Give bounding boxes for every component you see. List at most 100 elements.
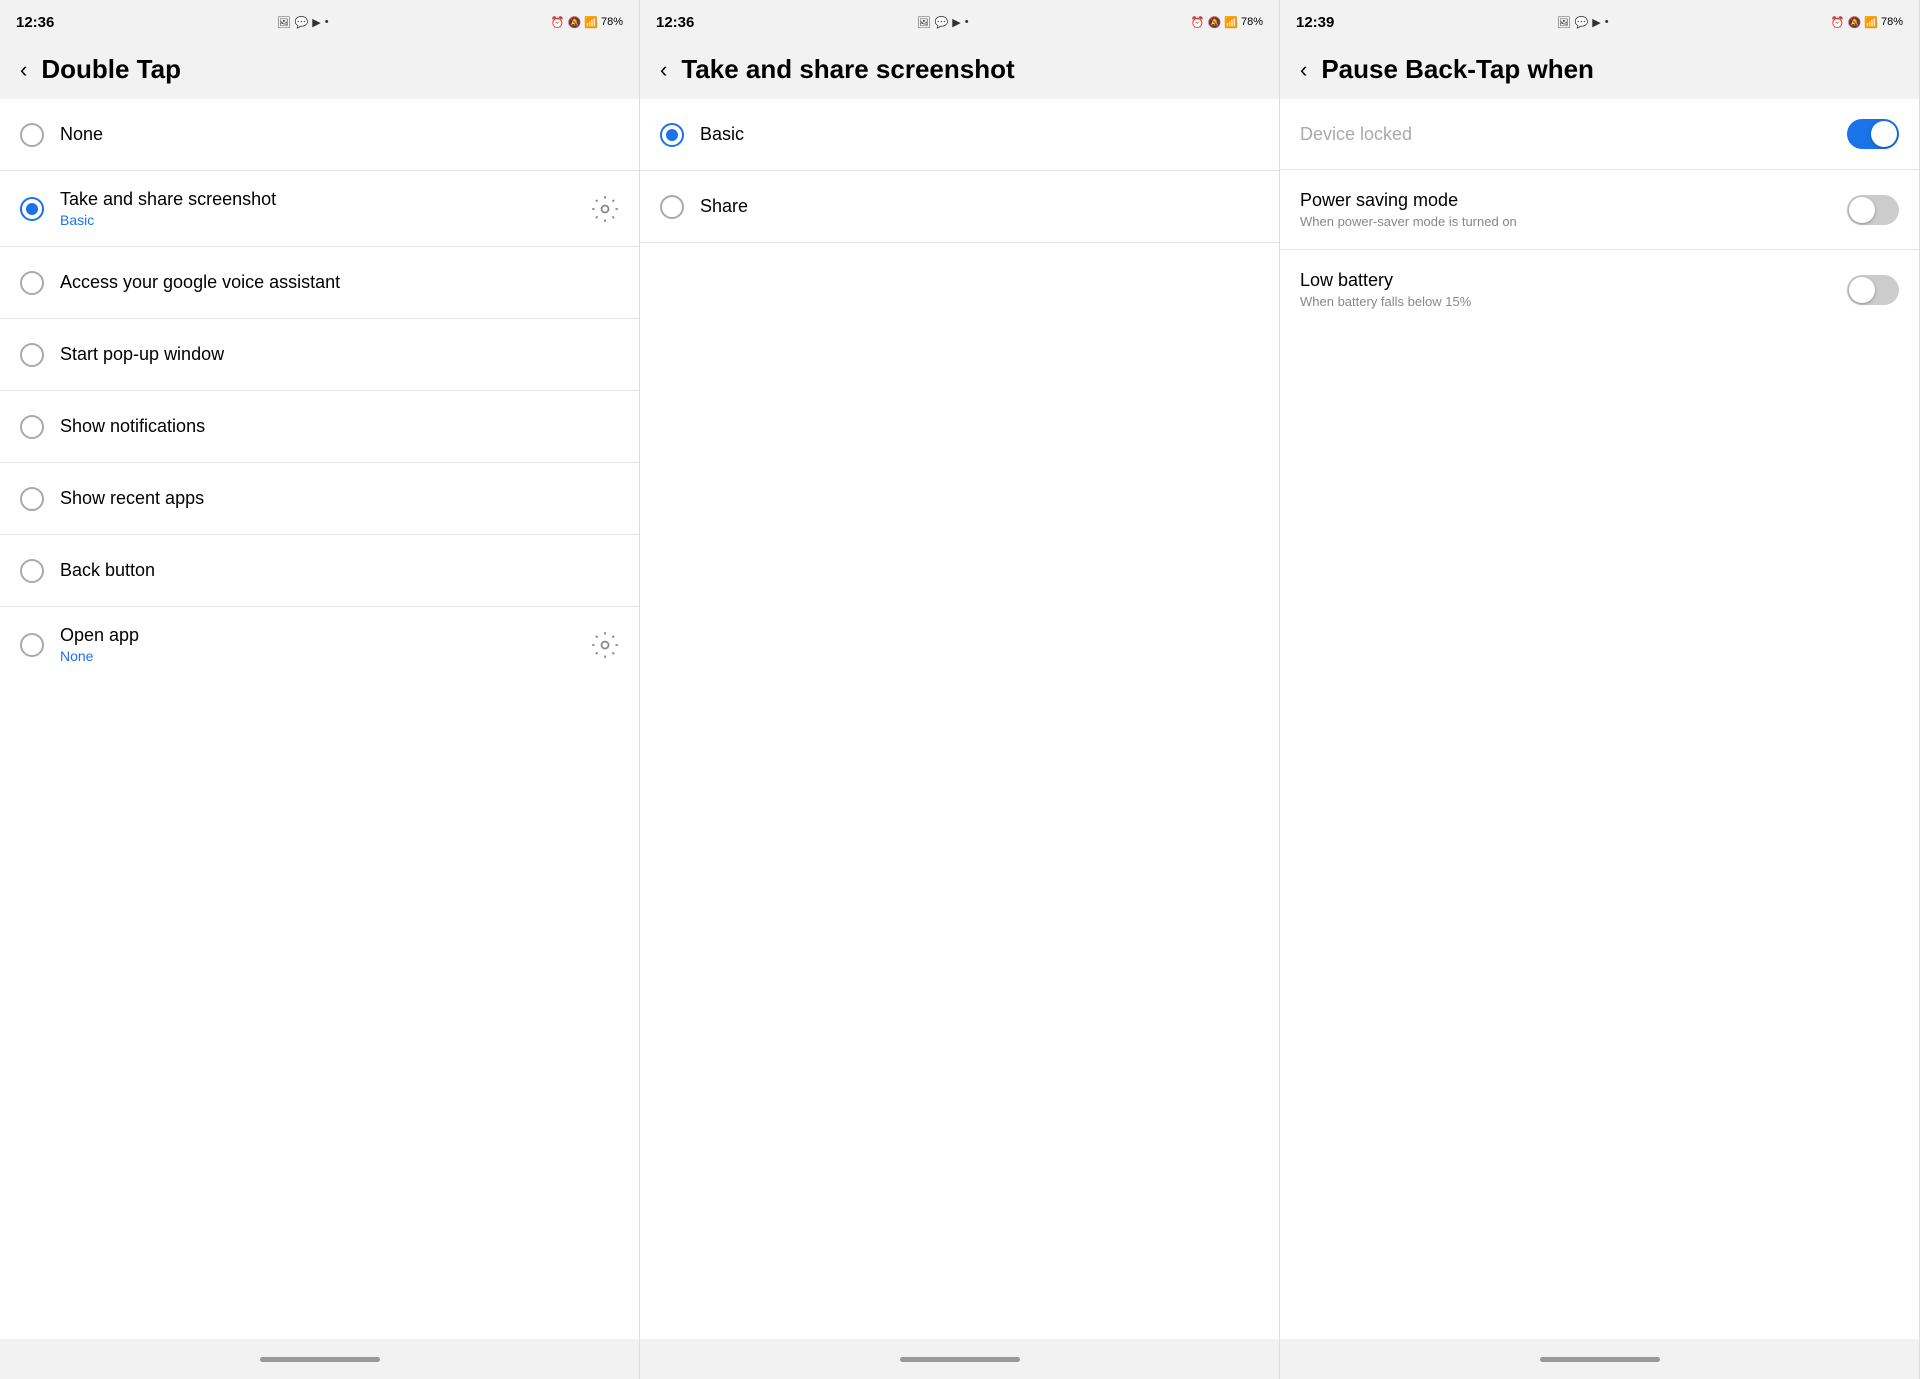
list-item-popup[interactable]: Start pop-up window (0, 319, 639, 391)
radio-popup[interactable] (20, 343, 44, 367)
item-label-screenshot: Take and share screenshot (60, 189, 581, 210)
item-text-openapp: Open app None (60, 625, 581, 664)
radio-basic[interactable] (660, 123, 684, 147)
battery-text-2: 78% (1241, 16, 1263, 28)
gallery-icon-3: 🖼 (1557, 16, 1571, 29)
item-label-popup: Start pop-up window (60, 344, 619, 365)
toggle-low-battery[interactable] (1847, 275, 1899, 305)
item-text-popup: Start pop-up window (60, 344, 619, 365)
content-area-2: Basic Share (640, 99, 1279, 1339)
mute-icon-2: 🔕 (1208, 16, 1222, 29)
wifi-icon-2: 📶 (1224, 16, 1238, 29)
message-icon-3: 💬 (1575, 16, 1589, 29)
item-sublabel-screenshot: Basic (60, 212, 581, 228)
bottom-indicator-2 (640, 1339, 1279, 1379)
radio-back[interactable] (20, 559, 44, 583)
page-title-1: Double Tap (41, 54, 181, 85)
status-right-2: ⏰ 🔕 📶 78% (1191, 16, 1263, 29)
panel1: 12:36 🖼 💬 ▶ • ⏰ 🔕 📶 78% ‹ Double Tap Non… (0, 0, 640, 1379)
gallery-icon-2: 🖼 (917, 16, 931, 29)
battery-text-3: 78% (1881, 16, 1903, 28)
top-bar-1: ‹ Double Tap (0, 40, 639, 99)
back-button-1[interactable]: ‹ (20, 57, 27, 83)
radio-screenshot[interactable] (20, 197, 44, 221)
status-bar-2: 12:36 🖼 💬 ▶ • ⏰ 🔕 📶 78% (640, 0, 1279, 40)
page-title-3: Pause Back-Tap when (1321, 54, 1594, 85)
home-indicator-2 (900, 1357, 1020, 1362)
setting-label-device-locked: Device locked (1300, 124, 1847, 145)
gear-icon-openapp[interactable] (591, 631, 619, 659)
setting-row-power-saving[interactable]: Power saving mode When power-saver mode … (1280, 170, 1919, 250)
status-right-3: ⏰ 🔕 📶 78% (1831, 16, 1903, 29)
item-label-basic: Basic (700, 124, 1259, 145)
toggle-knob-device-locked (1871, 121, 1897, 147)
item-text-basic: Basic (700, 124, 1259, 145)
setting-row-device-locked[interactable]: Device locked (1280, 99, 1919, 170)
battery-text-1: 78% (601, 16, 623, 28)
time-2: 12:36 (656, 14, 694, 31)
item-sublabel-openapp: None (60, 648, 581, 664)
dot-icon: • (325, 16, 329, 28)
alarm-icon-2: ⏰ (1191, 16, 1205, 29)
list-item-screenshot[interactable]: Take and share screenshot Basic (0, 171, 639, 247)
status-bar-3: 12:39 🖼 💬 ▶ • ⏰ 🔕 📶 78% (1280, 0, 1919, 40)
toggle-device-locked[interactable] (1847, 119, 1899, 149)
item-label-notifications: Show notifications (60, 416, 619, 437)
panel3: 12:39 🖼 💬 ▶ • ⏰ 🔕 📶 78% ‹ Pause Back-Tap… (1280, 0, 1920, 1379)
radio-none[interactable] (20, 123, 44, 147)
radio-share[interactable] (660, 195, 684, 219)
bottom-indicator-1 (0, 1339, 639, 1379)
list-item-openapp[interactable]: Open app None (0, 607, 639, 682)
list-item-none[interactable]: None (0, 99, 639, 171)
time-1: 12:36 (16, 14, 54, 31)
list-item-notifications[interactable]: Show notifications (0, 391, 639, 463)
alarm-icon: ⏰ (551, 16, 565, 29)
youtube-icon-3: ▶ (1592, 16, 1600, 29)
radio-inner-basic (666, 129, 678, 141)
setting-sublabel-low-battery: When battery falls below 15% (1300, 294, 1847, 309)
radio-openapp[interactable] (20, 633, 44, 657)
radio-google[interactable] (20, 271, 44, 295)
status-bar-1: 12:36 🖼 💬 ▶ • ⏰ 🔕 📶 78% (0, 0, 639, 40)
panel2: 12:36 🖼 💬 ▶ • ⏰ 🔕 📶 78% ‹ Take and share… (640, 0, 1280, 1379)
alarm-icon-3: ⏰ (1831, 16, 1845, 29)
top-bar-3: ‹ Pause Back-Tap when (1280, 40, 1919, 99)
status-icons-1: 🖼 💬 ▶ • (277, 16, 329, 29)
setting-label-low-battery: Low battery (1300, 270, 1847, 291)
list-item-back[interactable]: Back button (0, 535, 639, 607)
back-button-3[interactable]: ‹ (1300, 57, 1307, 83)
list-item-share[interactable]: Share (640, 171, 1279, 243)
content-area-1: None Take and share screenshot Basic Acc… (0, 99, 639, 1339)
gallery-icon: 🖼 (277, 16, 291, 29)
youtube-icon: ▶ (312, 16, 320, 29)
list-item-basic[interactable]: Basic (640, 99, 1279, 171)
youtube-icon-2: ▶ (952, 16, 960, 29)
back-button-2[interactable]: ‹ (660, 57, 667, 83)
radio-notifications[interactable] (20, 415, 44, 439)
item-label-share: Share (700, 196, 1259, 217)
item-text-share: Share (700, 196, 1259, 217)
item-label-none: None (60, 124, 619, 145)
toggle-knob-low-battery (1849, 277, 1875, 303)
dot-icon-3: • (1605, 16, 1609, 28)
setting-text-power-saving: Power saving mode When power-saver mode … (1300, 190, 1847, 229)
radio-recent[interactable] (20, 487, 44, 511)
gear-icon-screenshot[interactable] (591, 195, 619, 223)
item-label-google: Access your google voice assistant (60, 272, 619, 293)
list-item-google[interactable]: Access your google voice assistant (0, 247, 639, 319)
item-text-back: Back button (60, 560, 619, 581)
setting-text-device-locked: Device locked (1300, 124, 1847, 145)
status-icons-3: 🖼 💬 ▶ • (1557, 16, 1609, 29)
item-text-screenshot: Take and share screenshot Basic (60, 189, 581, 228)
list-item-recent[interactable]: Show recent apps (0, 463, 639, 535)
toggle-power-saving[interactable] (1847, 195, 1899, 225)
setting-sublabel-power-saving: When power-saver mode is turned on (1300, 214, 1847, 229)
status-right-1: ⏰ 🔕 📶 78% (551, 16, 623, 29)
item-label-recent: Show recent apps (60, 488, 619, 509)
dot-icon-2: • (965, 16, 969, 28)
mute-icon-3: 🔕 (1848, 16, 1862, 29)
page-title-2: Take and share screenshot (681, 54, 1014, 85)
item-text-notifications: Show notifications (60, 416, 619, 437)
setting-row-low-battery[interactable]: Low battery When battery falls below 15% (1280, 250, 1919, 329)
item-label-back: Back button (60, 560, 619, 581)
